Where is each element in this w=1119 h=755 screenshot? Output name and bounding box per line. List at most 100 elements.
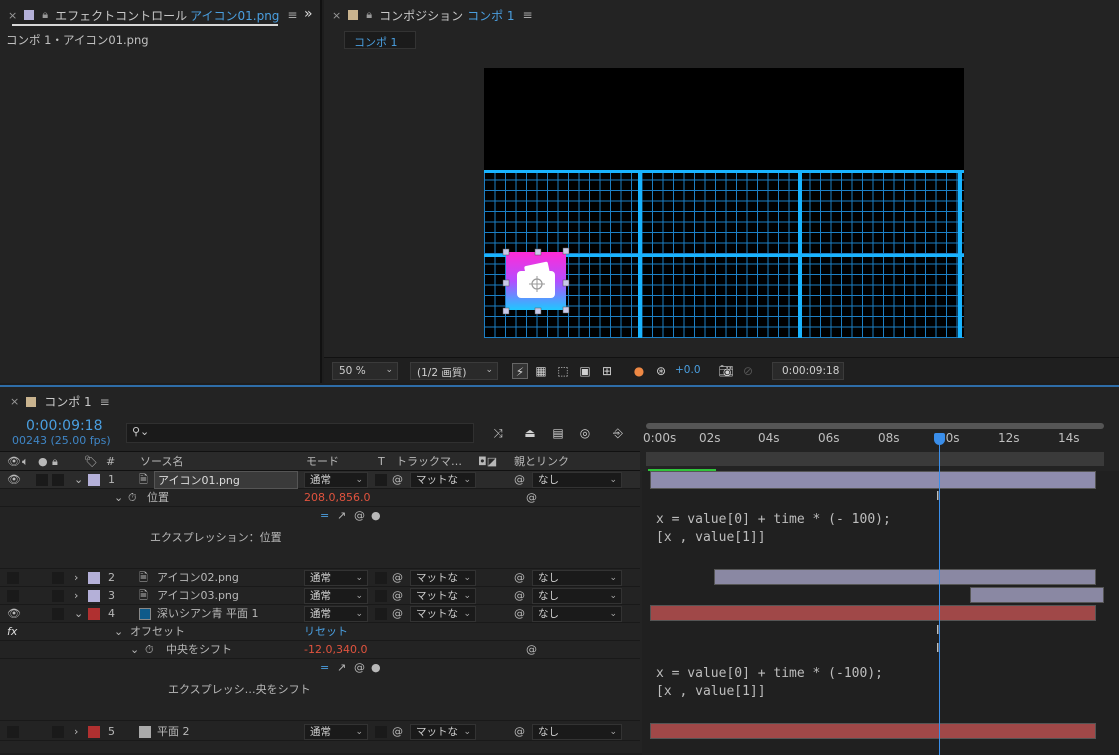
lock-icon[interactable]: 🔒︎ [366, 8, 372, 22]
layer-row-3[interactable]: › 3 🗎︎ アイコン03.png 通常 ⌄ @ マットな ⌄ @ なし ⌄ [0, 587, 640, 605]
timeline-tab[interactable]: × コンポ 1 ≡ [10, 393, 110, 410]
layer-bar-1[interactable] [650, 471, 1096, 489]
timeline-tracks[interactable]: x = value[0] + time * (- 100); [x , value… [642, 471, 1119, 755]
chevron-right-icon[interactable]: › [74, 723, 78, 741]
parent-select[interactable]: なし ⌄ [532, 472, 622, 488]
show-snapshot-icon[interactable]: ⊘ [740, 363, 756, 379]
exposure-value[interactable]: +0.0 [675, 364, 701, 376]
region-of-interest-icon[interactable]: ▣ [577, 363, 593, 379]
reset-link[interactable]: リセット [304, 623, 348, 641]
track-matte-select[interactable]: マットな ⌄ [410, 606, 476, 622]
blend-mode-select[interactable]: 通常 ⌄ [304, 570, 368, 586]
resolution-select[interactable]: (1/2 画質) ⌄ [410, 362, 498, 380]
layer-row-4[interactable]: 👁︎ ⌄ 4 深いシアン青 平面 1 通常 ⌄ @ マットな ⌄ @ なし ⌄ [0, 605, 640, 623]
layer-bar-4[interactable] [650, 605, 1096, 621]
close-icon[interactable]: × [8, 9, 17, 22]
transparency-grid-icon[interactable]: ▦ [533, 363, 549, 379]
visibility-box[interactable] [7, 590, 19, 602]
lock-box[interactable] [52, 474, 64, 486]
layer-bar-5[interactable] [650, 723, 1096, 739]
stopwatch-icon[interactable]: ⏱︎ [128, 489, 137, 507]
pick-whip-icon[interactable]: @ [526, 489, 537, 507]
expand-panels-icon[interactable]: » [304, 6, 313, 22]
layer-bar-3[interactable] [970, 587, 1104, 603]
track-matte-select[interactable]: マットな ⌄ [410, 570, 476, 586]
chevron-down-icon[interactable]: ⌄ [74, 471, 83, 489]
chevron-down-icon[interactable]: ⌄ [114, 623, 123, 641]
layer-row-5[interactable]: › 5 平面 2 通常 ⌄ @ マットな ⌄ @ なし ⌄ [0, 723, 640, 741]
composition-canvas[interactable] [484, 68, 964, 338]
playhead-line[interactable] [939, 435, 940, 755]
expression-language-menu-icon[interactable]: ● [371, 659, 381, 677]
expression-graph-icon[interactable]: ↗ [337, 507, 346, 525]
expression-enable-icon[interactable]: = [320, 507, 329, 525]
layer-bar-2[interactable] [714, 569, 1096, 585]
expression-graph-icon[interactable]: ↗ [337, 659, 346, 677]
track-matte-select[interactable]: マットな ⌄ [410, 588, 476, 604]
parent-select[interactable]: なし ⌄ [532, 570, 622, 586]
composition-viewer[interactable] [324, 52, 1119, 352]
layer-row-2[interactable]: › 2 🗎︎ アイコン02.png 通常 ⌄ @ マットな ⌄ @ なし ⌄ [0, 569, 640, 587]
close-icon[interactable]: × [10, 395, 19, 408]
comp-flowchart-tab[interactable]: コンポ 1 [344, 31, 416, 49]
expression-enable-icon[interactable]: = [320, 659, 329, 677]
chevron-down-icon[interactable]: ⌄ [130, 641, 139, 659]
layer-name[interactable]: 深いシアン青 平面 1 [157, 605, 259, 623]
color-management-icon[interactable]: ⊛ [653, 363, 669, 379]
pick-whip-icon[interactable]: @ [514, 569, 525, 587]
lock-icon[interactable]: 🔒︎ [42, 8, 48, 22]
track-matte-select[interactable]: マットな ⌄ [410, 724, 476, 740]
zoom-select[interactable]: 50 % ⌄ [332, 362, 398, 380]
stopwatch-icon[interactable]: ⏱︎ [145, 641, 154, 659]
pick-whip-icon[interactable]: @ [514, 587, 525, 605]
visibility-box[interactable] [7, 572, 19, 584]
lock-box[interactable] [52, 608, 64, 620]
pick-whip-icon[interactable]: @ [526, 641, 537, 659]
layer-name[interactable]: 平面 2 [157, 723, 190, 741]
matte-link-icon[interactable]: @ [392, 569, 403, 587]
lock-box[interactable] [52, 590, 64, 602]
snapshot-icon[interactable]: 📷︎ [718, 363, 734, 379]
blend-mode-select[interactable]: 通常 ⌄ [304, 606, 368, 622]
preserve-transparency-box[interactable] [375, 608, 387, 620]
visibility-eye-icon[interactable]: 👁︎ [7, 471, 21, 489]
expression-pickwhip-icon[interactable]: @ [354, 507, 365, 525]
channel-icon[interactable]: ● [631, 363, 647, 379]
layer-label-color[interactable] [88, 474, 100, 486]
lock-box[interactable] [52, 726, 64, 738]
blend-mode-select[interactable]: 通常 ⌄ [304, 588, 368, 604]
close-icon[interactable]: × [332, 9, 341, 22]
fast-preview-icon[interactable]: ⚡ [512, 363, 528, 379]
pick-whip-icon[interactable]: @ [514, 723, 525, 741]
position-value[interactable]: 208.0,856.0 [304, 489, 370, 507]
layer-name[interactable]: アイコン01.png [154, 471, 298, 489]
fx-icon[interactable]: fx [7, 623, 17, 641]
chevron-down-icon[interactable]: ⌄ [74, 605, 83, 623]
matte-link-icon[interactable]: @ [392, 471, 403, 489]
time-navigator[interactable] [646, 423, 1104, 429]
expression-code-position[interactable]: x = value[0] + time * (- 100); [x , value… [656, 511, 891, 547]
mask-path-icon[interactable]: ⬚ [555, 363, 571, 379]
layer-label-color[interactable] [88, 726, 100, 738]
blend-mode-select[interactable]: 通常 ⌄ [304, 724, 368, 740]
expression-language-menu-icon[interactable]: ● [371, 507, 381, 525]
pick-whip-icon[interactable]: @ [514, 471, 525, 489]
solo-box[interactable] [36, 474, 48, 486]
composition-tab[interactable]: × 🔒︎ コンポジション コンポ 1 ≡ [324, 0, 541, 30]
panel-menu-icon[interactable]: ≡ [100, 395, 110, 409]
preserve-transparency-box[interactable] [375, 590, 387, 602]
layer-name[interactable]: アイコン02.png [157, 569, 239, 587]
expression-code-shift-center[interactable]: x = value[0] + time * (-100); [x , value[… [656, 665, 883, 701]
track-matte-select[interactable]: マットな ⌄ [410, 472, 476, 488]
parent-select[interactable]: なし ⌄ [532, 588, 622, 604]
blend-mode-select[interactable]: 通常 ⌄ [304, 472, 368, 488]
guides-icon[interactable]: ⊞ [599, 363, 615, 379]
expression-pickwhip-icon[interactable]: @ [354, 659, 365, 677]
layer-row-1[interactable]: 👁︎ ⌄ 1 🗎︎ アイコン01.png 通常 ⌄ @ マットな ⌄ @ なし ⌄ [0, 471, 640, 489]
preserve-transparency-box[interactable] [375, 474, 387, 486]
playhead-handle[interactable] [934, 433, 945, 445]
visibility-eye-icon[interactable]: 👁︎ [7, 605, 21, 623]
shift-center-value[interactable]: -12.0,340.0 [304, 641, 367, 659]
lock-box[interactable] [52, 572, 64, 584]
visibility-box[interactable] [7, 726, 19, 738]
